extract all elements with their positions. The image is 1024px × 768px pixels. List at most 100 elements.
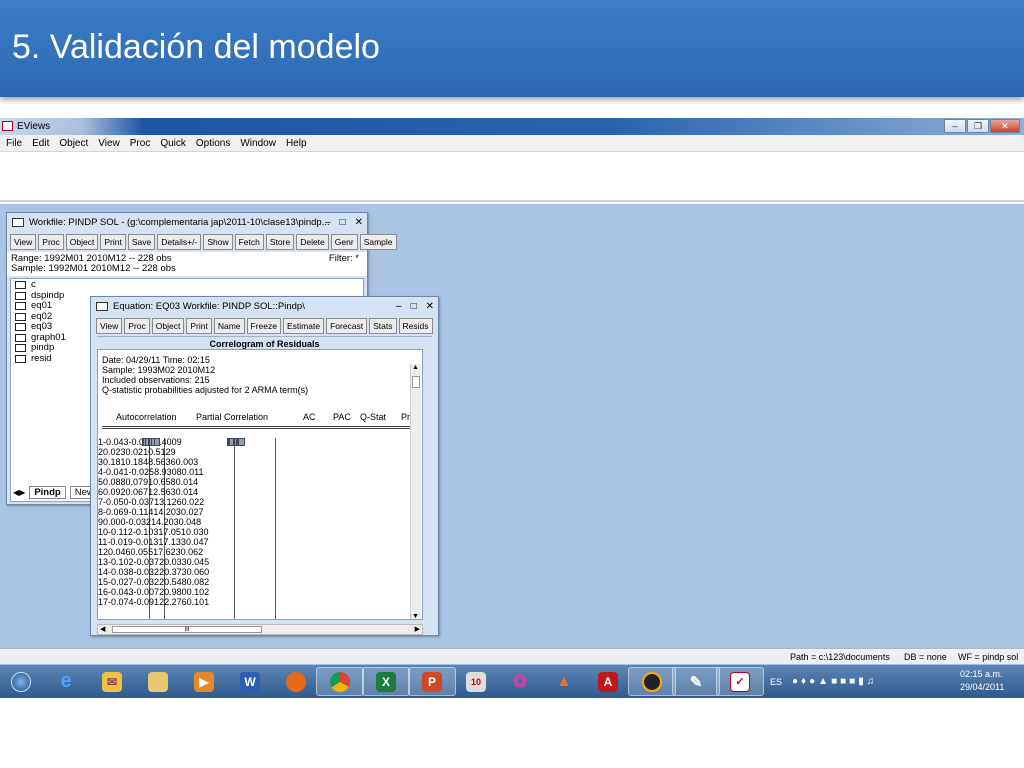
cell-ac: 0.000	[103, 517, 126, 527]
menu-file[interactable]: File	[6, 138, 22, 149]
restore-button[interactable]: ❐	[967, 119, 989, 133]
eq-btn-forecast[interactable]: Forecast	[326, 318, 368, 334]
calendar-app-icon[interactable]: 10	[452, 667, 500, 696]
scroll-left-icon[interactable]: ◀	[100, 625, 105, 633]
wf-btn-view[interactable]: View	[10, 234, 37, 250]
equation-window: Equation: EQ03 Workfile: PINDP SOL::Pind…	[90, 296, 439, 636]
excel-icon[interactable]: X	[362, 667, 410, 696]
wf-btn-details[interactable]: Details+/-	[157, 234, 202, 250]
eq-btn-name[interactable]: Name	[213, 318, 245, 334]
correlogram-header-line: Date: 04/29/11 Time: 02:15	[102, 355, 210, 365]
cell-p: 0.060	[186, 567, 210, 577]
table-row: 8-0.069-0.11414.2030.027	[98, 438, 234, 517]
menu-window[interactable]: Window	[240, 138, 276, 149]
wf-btn-genr[interactable]: Genr	[330, 234, 358, 250]
wf-btn-sample[interactable]: Sample	[359, 234, 397, 250]
cell-p: 0.022	[181, 497, 205, 507]
eq-btn-print[interactable]: Print	[186, 318, 212, 334]
eq-btn-proc[interactable]: Proc	[124, 318, 150, 334]
tab-scroll-arrows[interactable]: ◀▶	[13, 488, 25, 497]
scroll-up-icon[interactable]: ▲	[412, 364, 419, 371]
language-indicator[interactable]: ES	[770, 677, 782, 687]
acrobat-icon[interactable]: A	[584, 667, 632, 696]
eq-btn-stats[interactable]: Stats	[369, 318, 397, 334]
minimize-button[interactable]: –	[944, 119, 966, 133]
cell-p: 0.003	[175, 457, 199, 467]
close-icon[interactable]: ✕	[355, 213, 363, 232]
menu-object[interactable]: Object	[59, 138, 88, 149]
wf-btn-fetch[interactable]: Fetch	[234, 234, 264, 250]
powerpoint-icon[interactable]: P	[408, 667, 456, 696]
wf-btn-proc[interactable]: Proc	[38, 234, 64, 250]
table-row: 7-0.050-0.03713.1260.022	[98, 438, 234, 507]
wf-btn-object[interactable]: Object	[65, 234, 99, 250]
eq-btn-estimate[interactable]: Estimate	[282, 318, 325, 334]
scroll-down-icon[interactable]: ▼	[412, 613, 419, 619]
start-button[interactable]	[4, 667, 38, 696]
media-player-icon[interactable]: ▶	[180, 667, 228, 696]
tray-icons[interactable]: ●♦●▲■■■▮♫	[792, 676, 877, 687]
outlook-icon[interactable]: ✉	[88, 667, 136, 696]
menu-proc[interactable]: Proc	[130, 138, 151, 149]
object-name: eq03	[31, 321, 53, 332]
h-scroll-thumb[interactable]: III	[112, 626, 262, 633]
menu-options[interactable]: Options	[196, 138, 230, 149]
minimize-icon[interactable]: –	[396, 297, 402, 316]
cell-p: 0.062	[180, 547, 204, 557]
flower-app-icon[interactable]: ✿	[496, 667, 544, 696]
clock-time[interactable]: 02:15 a.m.	[960, 669, 1003, 679]
cell-pac: 0.079	[125, 477, 149, 487]
eq-btn-freeze[interactable]: Freeze	[246, 318, 281, 334]
status-bar: Path = c:\123\documents DB = none WF = p…	[0, 648, 1024, 664]
close-button[interactable]: ✕	[990, 119, 1020, 133]
internet-explorer-icon[interactable]: e	[42, 667, 90, 696]
eq-btn-object[interactable]: Object	[151, 318, 185, 334]
menu-help[interactable]: Help	[286, 138, 307, 149]
clock-date[interactable]: 29/04/2011	[960, 682, 1004, 692]
wf-btn-delete[interactable]: Delete	[296, 234, 329, 250]
app-title-bar: EViews – ❐ ✕	[0, 118, 1024, 135]
close-icon[interactable]: ✕	[426, 297, 434, 316]
maximize-icon[interactable]: □	[411, 297, 417, 316]
eq-btn-resids[interactable]: Resids	[398, 318, 433, 334]
cell-p: 0.082	[186, 577, 210, 587]
eye-app-icon[interactable]	[628, 667, 676, 696]
cell-lag: 16	[98, 587, 109, 597]
menu-view[interactable]: View	[98, 138, 120, 149]
correlogram-header-line: Sample: 1993M02 2010M12	[102, 365, 216, 375]
wf-btn-print[interactable]: Print	[100, 234, 126, 250]
ac-bar	[149, 438, 152, 446]
cell-p: 0.011	[181, 467, 204, 477]
cell-pac: -0.013	[132, 537, 159, 547]
menu-edit[interactable]: Edit	[32, 138, 49, 149]
menu-quick[interactable]: Quick	[160, 138, 186, 149]
wf-btn-show[interactable]: Show	[203, 234, 233, 250]
explorer-icon[interactable]	[134, 667, 182, 696]
vertical-scrollbar[interactable]: ▲ ▼	[410, 364, 421, 619]
scroll-thumb[interactable]	[412, 376, 420, 388]
cell-q: 10.658	[148, 477, 176, 487]
wf-btn-store[interactable]: Store	[265, 234, 295, 250]
horizontal-scrollbar[interactable]: ◀ III ▶	[97, 624, 423, 635]
cell-ac: -0.050	[103, 497, 129, 507]
menu-bar: File Edit Object View Proc Quick Options Window…	[0, 135, 1024, 152]
command-window[interactable]	[0, 152, 1024, 202]
eq-btn-view[interactable]: View	[96, 318, 123, 334]
firefox-icon[interactable]	[272, 667, 320, 696]
workfile-title-bar: Workfile: PINDP SOL - (g:\complementaria…	[7, 213, 367, 232]
table-row: 20.0230.0210.5129	[98, 438, 236, 457]
chrome-icon[interactable]	[316, 667, 364, 696]
scroll-right-icon[interactable]: ▶	[415, 625, 420, 633]
object-icon	[15, 333, 26, 342]
tab-pindp[interactable]: Pindp	[29, 486, 66, 499]
cell-q: 17.623	[153, 547, 181, 557]
eviews-taskbar-icon[interactable]: ✓	[716, 667, 764, 696]
wf-btn-save[interactable]: Save	[127, 234, 156, 250]
paint-icon[interactable]: ✎	[672, 667, 720, 696]
maximize-icon[interactable]: □	[340, 213, 346, 232]
minimize-icon[interactable]: –	[325, 213, 331, 232]
object-name: dspindp	[31, 289, 65, 301]
word-icon[interactable]: W	[226, 667, 274, 696]
cell-q: 17.133	[158, 537, 186, 547]
matlab-icon[interactable]: ▲	[540, 667, 588, 696]
